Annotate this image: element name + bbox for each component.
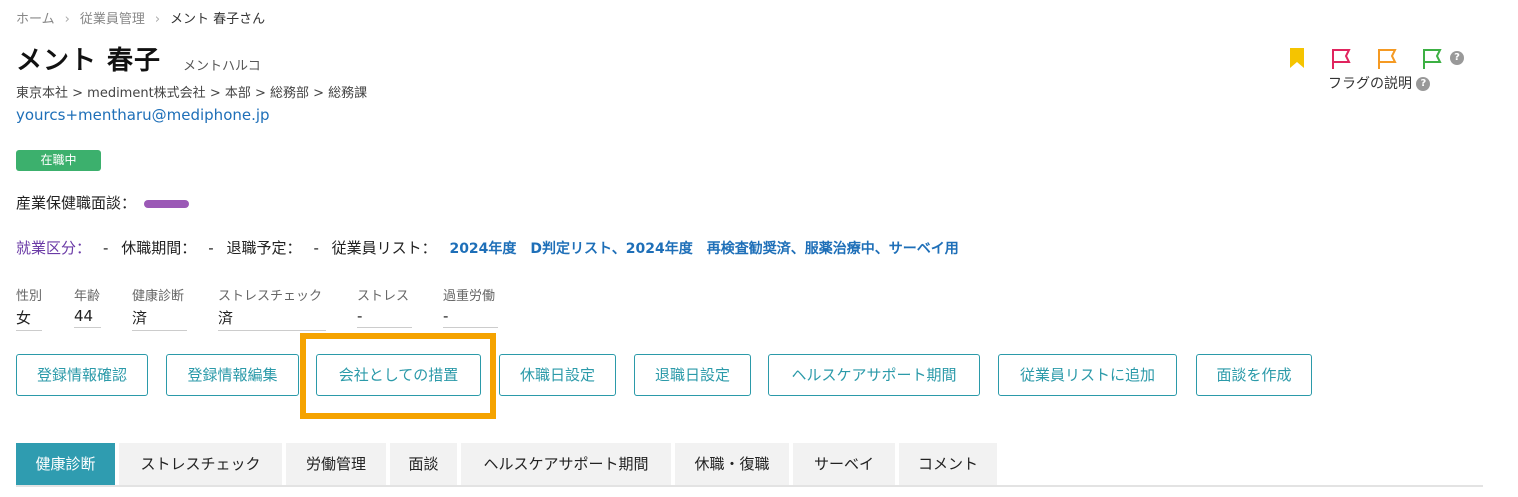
bookmark-flag-icon[interactable] — [1287, 47, 1309, 69]
breadcrumb-separator: › — [154, 12, 161, 27]
retire-plan-value: - — [313, 239, 319, 257]
breadcrumb-employees[interactable]: 従業員管理 — [80, 12, 145, 27]
tab-leave-return[interactable]: 休職・復職 — [675, 443, 789, 485]
employee-email[interactable]: yourcs+mentharu@mediphone.jp — [16, 106, 270, 124]
breadcrumb-home[interactable]: ホーム — [16, 12, 55, 27]
tab-divider — [16, 485, 1483, 487]
interview-label: 産業保健職面談： — [16, 194, 137, 212]
breadcrumb-current: メント 春子さん — [170, 12, 266, 27]
interview-status-indicator — [144, 199, 190, 208]
breadcrumb-separator: › — [64, 12, 70, 27]
interview-row: 産業保健職面談： — [16, 192, 190, 213]
create-interview-button[interactable]: 面談を作成 — [1196, 354, 1312, 396]
view-registration-button[interactable]: 登録情報確認 — [16, 354, 148, 396]
edit-registration-button[interactable]: 登録情報編集 — [166, 354, 299, 396]
orange-flag-icon[interactable] — [1376, 48, 1398, 70]
employee-name: メント 春子 — [16, 46, 162, 76]
stat-checkup-label: 健康診断 — [132, 289, 185, 304]
tab-comment[interactable]: コメント — [899, 443, 997, 485]
flag-explanation-label: フラグの説明 — [1328, 76, 1412, 92]
flag-explanation-help-icon: ? — [1416, 77, 1431, 91]
red-flag-icon[interactable] — [1330, 48, 1352, 70]
stat-overwork-value: - — [443, 307, 498, 328]
highlight-box — [300, 333, 496, 419]
leave-period-value: - — [208, 239, 214, 257]
stat-overwork-label: 過重労働 — [443, 289, 496, 304]
retire-plan-label: 退職予定： — [226, 239, 302, 257]
tab-interview[interactable]: 面談 — [390, 443, 457, 485]
work-category-label: 就業区分： — [16, 239, 92, 257]
flag-help-icon[interactable]: ? — [1450, 51, 1464, 65]
status-badge: 在職中 — [16, 150, 101, 171]
leave-period-label: 休職期間： — [121, 239, 197, 257]
employee-kana: メントハルコ — [183, 59, 261, 74]
stat-stress-label: ストレス — [357, 289, 410, 304]
stat-age-label: 年齢 — [74, 289, 101, 304]
tab-labor-management[interactable]: 労働管理 — [286, 443, 386, 485]
work-category-value: - — [103, 239, 109, 257]
tab-survey[interactable]: サーベイ — [793, 443, 895, 485]
org-path: 東京本社 > mediment株式会社 > 本部 > 総務部 > 総務課 — [16, 86, 368, 101]
stat-stress-value: - — [357, 307, 412, 328]
employee-list-label: 従業員リスト： — [331, 239, 437, 257]
green-flag-icon[interactable] — [1421, 48, 1443, 70]
stat-checkup-value: 済 — [132, 307, 187, 331]
healthcare-support-period-button[interactable]: ヘルスケアサポート期間 — [768, 354, 980, 396]
leave-date-button[interactable]: 休職日設定 — [499, 354, 616, 396]
stat-stresscheck-value: 済 — [218, 307, 326, 331]
stat-stresscheck-label: ストレスチェック — [218, 289, 323, 304]
tab-healthcare-support[interactable]: ヘルスケアサポート期間 — [461, 443, 671, 485]
stat-gender-label: 性別 — [16, 289, 43, 304]
stat-age-value: 44 — [74, 307, 101, 328]
retire-date-button[interactable]: 退職日設定 — [634, 354, 751, 396]
employee-list-value[interactable]: 2024年度 D判定リスト、2024年度 再検査勧奨済、服薬治療中、サーベイ用 — [449, 241, 958, 257]
flag-explanation[interactable]: フラグの説明 ? — [1328, 73, 1431, 93]
tab-stress-check[interactable]: ストレスチェック — [119, 443, 282, 485]
breadcrumb: ホーム › 従業員管理 › メント 春子さん — [16, 8, 265, 27]
add-to-employee-list-button[interactable]: 従業員リストに追加 — [998, 354, 1177, 396]
tab-health-checkup[interactable]: 健康診断 — [16, 443, 115, 485]
stat-gender-value: 女 — [16, 307, 42, 331]
work-info-row: 就業区分： - 休職期間： - 退職予定： - 従業員リスト： 2024年度 D判定リ… — [16, 237, 959, 258]
